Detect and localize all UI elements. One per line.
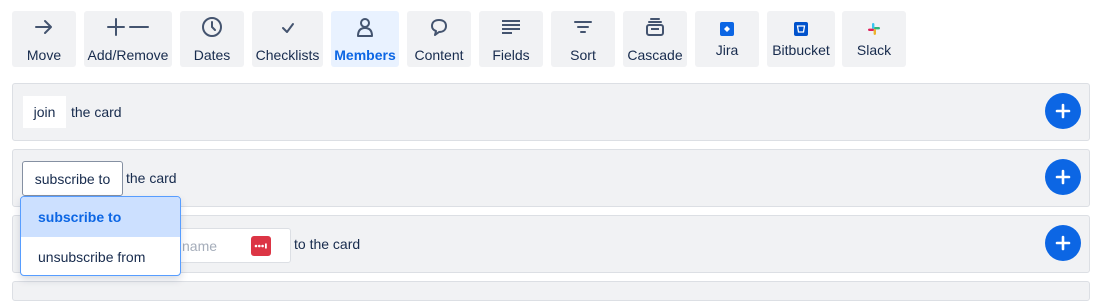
sort-button[interactable]: Sort xyxy=(551,11,615,67)
person-icon xyxy=(354,16,376,38)
row-text: the card xyxy=(71,104,122,120)
checklists-label: Checklists xyxy=(255,47,320,63)
add-remove-label: Add/Remove xyxy=(87,47,169,63)
lines-icon xyxy=(500,16,522,38)
name-placeholder: name xyxy=(182,238,218,254)
plus-minus-icon xyxy=(106,16,150,38)
rule-row-partial xyxy=(12,281,1090,301)
content-button[interactable]: Content xyxy=(407,11,471,67)
slack-label: Slack xyxy=(856,42,892,58)
sort-icon xyxy=(572,16,594,38)
add-rule-button[interactable] xyxy=(1045,93,1081,129)
move-button[interactable]: Move xyxy=(12,11,76,67)
password-manager-icon[interactable] xyxy=(251,236,271,256)
slack-logo-icon xyxy=(867,21,881,37)
dropdown-option-unsubscribe[interactable]: unsubscribe from xyxy=(21,237,180,275)
dates-button[interactable]: Dates xyxy=(180,11,244,67)
join-select[interactable]: join xyxy=(23,96,66,128)
add-remove-button[interactable]: Add/Remove xyxy=(84,11,172,67)
stack-icon xyxy=(644,16,666,38)
row-text: the card xyxy=(126,170,177,186)
plus-icon xyxy=(1055,235,1071,251)
bitbucket-button[interactable]: Bitbucket xyxy=(767,11,835,67)
fields-label: Fields xyxy=(492,47,530,63)
jira-logo-icon xyxy=(720,21,734,37)
cascade-button[interactable]: Cascade xyxy=(623,11,687,67)
plus-icon xyxy=(1055,169,1071,185)
bitbucket-logo-icon xyxy=(794,21,808,37)
add-rule-button[interactable] xyxy=(1045,159,1081,195)
jira-button[interactable]: Jira xyxy=(695,11,759,67)
bitbucket-label: Bitbucket xyxy=(772,42,830,58)
arrow-right-icon xyxy=(33,16,55,38)
members-label: Members xyxy=(334,47,396,63)
add-rule-button[interactable] xyxy=(1045,225,1081,261)
dates-label: Dates xyxy=(193,47,231,63)
fields-button[interactable]: Fields xyxy=(479,11,543,67)
dropdown-option-subscribe[interactable]: subscribe to xyxy=(21,197,180,237)
clock-icon xyxy=(201,16,223,38)
slack-button[interactable]: Slack xyxy=(842,11,906,67)
members-button[interactable]: Members xyxy=(331,11,399,67)
rule-row-join: join the card xyxy=(12,83,1090,141)
cascade-label: Cascade xyxy=(627,47,683,63)
subscribe-dropdown-menu: subscribe to unsubscribe from xyxy=(20,196,181,276)
move-label: Move xyxy=(26,47,62,63)
sort-label: Sort xyxy=(570,47,596,63)
content-label: Content xyxy=(414,47,464,63)
speech-bubble-icon xyxy=(428,16,450,38)
checklists-button[interactable]: Checklists xyxy=(252,11,323,67)
plus-icon xyxy=(1055,103,1071,119)
row-text: to the card xyxy=(294,236,361,252)
jira-label: Jira xyxy=(715,42,739,58)
subscribe-select[interactable]: subscribe to xyxy=(22,161,123,196)
checkmark-icon xyxy=(277,16,299,38)
